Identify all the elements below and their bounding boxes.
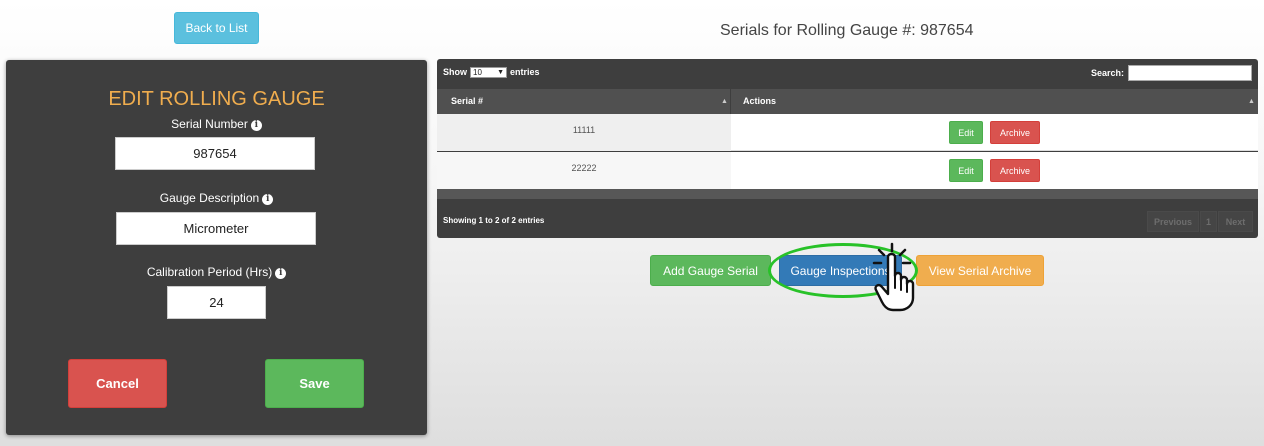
- actions-cell: Edit Archive: [731, 152, 1258, 189]
- edit-gauge-panel: EDIT ROLLING GAUGE Serial Numberi Gauge …: [6, 60, 427, 435]
- calibration-period-input[interactable]: [167, 286, 266, 319]
- serial-cell: 22222: [437, 152, 731, 189]
- serial-number-label: Serial Number i: [6, 117, 427, 131]
- page-length-select[interactable]: 10 ▼: [470, 67, 507, 78]
- pagination-next[interactable]: Next: [1218, 211, 1253, 232]
- serial-number-label-text: Serial Number: [171, 117, 248, 131]
- calibration-period-label: Calibration Period (Hrs) i: [6, 265, 427, 279]
- table-info: Showing 1 to 2 of 2 entries: [443, 216, 545, 225]
- column-header-actions[interactable]: Actions: [743, 89, 776, 114]
- hand-pointer-icon: [872, 242, 915, 312]
- sort-caret-icon[interactable]: ▲: [1248, 89, 1255, 114]
- archive-button[interactable]: Archive: [990, 121, 1040, 144]
- serials-table-panel: Show 10 ▼ entries Search: Serial # ▲ Act…: [437, 59, 1258, 238]
- info-icon[interactable]: i: [250, 120, 262, 131]
- caret-down-icon: ▼: [497, 69, 504, 76]
- actions-cell: Edit Archive: [731, 114, 1258, 151]
- save-button[interactable]: Save: [265, 359, 364, 408]
- add-gauge-serial-button[interactable]: Add Gauge Serial: [650, 255, 771, 286]
- cancel-button[interactable]: Cancel: [68, 359, 167, 408]
- info-icon[interactable]: i: [262, 194, 274, 205]
- search-input[interactable]: [1128, 65, 1252, 81]
- serial-number-input[interactable]: [115, 137, 315, 170]
- column-header-serial[interactable]: Serial #: [451, 89, 483, 114]
- table-row: 22222 Edit Archive: [437, 152, 1258, 189]
- gauge-description-label-text: Gauge Description: [159, 191, 260, 205]
- archive-button[interactable]: Archive: [990, 159, 1040, 182]
- back-to-list-button[interactable]: Back to List: [174, 12, 259, 44]
- info-icon[interactable]: i: [275, 268, 287, 279]
- gauge-description-input[interactable]: [116, 212, 316, 245]
- edit-button[interactable]: Edit: [949, 121, 983, 144]
- sort-caret-icon[interactable]: ▲: [721, 89, 728, 114]
- pagination-page[interactable]: 1: [1200, 211, 1217, 232]
- serial-cell: 11111: [437, 114, 731, 151]
- view-serial-archive-button[interactable]: View Serial Archive: [916, 255, 1044, 286]
- table-footer-strip: [437, 189, 1258, 199]
- edit-button[interactable]: Edit: [949, 159, 983, 182]
- pagination-previous[interactable]: Previous: [1147, 211, 1199, 232]
- column-divider: [730, 89, 731, 114]
- page-length-value: 10: [473, 68, 482, 77]
- calibration-period-label-text: Calibration Period (Hrs): [146, 265, 273, 279]
- panel-title: EDIT ROLLING GAUGE: [108, 88, 325, 110]
- table-row: 11111 Edit Archive: [437, 114, 1258, 151]
- entries-label: entries: [510, 67, 540, 77]
- show-label: Show: [443, 67, 467, 77]
- table-header: Serial # ▲ Actions ▲: [437, 89, 1258, 114]
- page-title: Serials for Rolling Gauge #: 987654: [720, 22, 974, 39]
- gauge-description-label: Gauge Description i: [6, 191, 427, 205]
- search-label: Search:: [1091, 68, 1125, 78]
